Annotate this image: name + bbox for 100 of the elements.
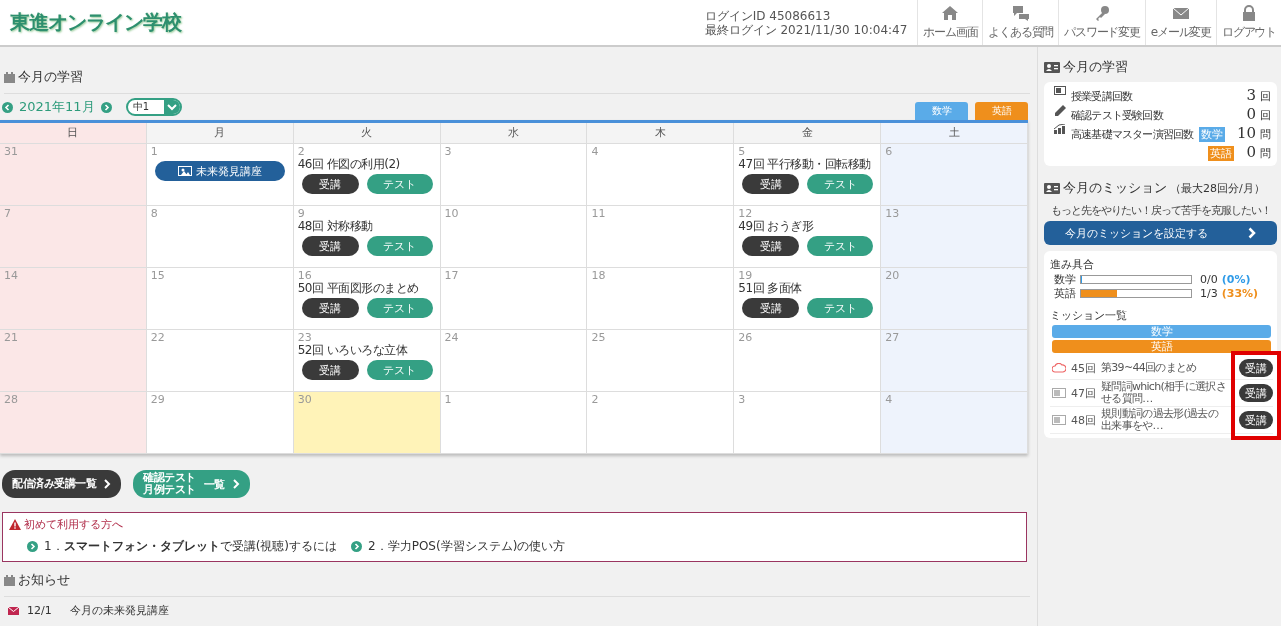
notice-title: 初めて利用する方へ (24, 517, 123, 532)
nav-link[interactable]: パスワード変更 (1058, 0, 1145, 45)
weekday-header: 土 (881, 123, 1028, 144)
chevron-right-icon (232, 479, 240, 489)
nav-link[interactable]: よくある質問 (982, 0, 1059, 45)
chevron-right-icon (1248, 227, 1256, 239)
weekday-header: 月 (146, 123, 294, 144)
calendar-day-cell: 26 (734, 330, 882, 392)
mission-number: 48回 (1071, 412, 1096, 428)
help-link[interactable]: 2．学力POS(学習システム)の使い方 (368, 538, 566, 555)
watch-button[interactable]: 受講 (742, 236, 800, 256)
nav-link[interactable]: ログアウト (1216, 0, 1281, 45)
calendar-day-cell: 16 50回 平面図形のまとめ 受講 テスト (293, 268, 441, 330)
calendar-day-cell: 15 (146, 268, 294, 330)
id-card-icon (1044, 183, 1060, 194)
stat-label: 授業受講回数 (1071, 89, 1134, 104)
calendar-day-cell: 3 (734, 392, 882, 454)
calendar-day-cell: 7 (0, 206, 147, 268)
nav-link[interactable]: ホーム画面 (917, 0, 983, 45)
nav-link[interactable]: eメール変更 (1144, 0, 1216, 45)
watch-button[interactable]: 受講 (1239, 411, 1273, 429)
list-link-button[interactable]: 配信済み受講一覧 (2, 470, 121, 498)
calendar-day-cell: 1 未来発見講座 (146, 144, 294, 206)
watch-button[interactable]: 受講 (301, 298, 359, 318)
stat-unit: 回 (1260, 108, 1271, 123)
stat-unit: 問 (1260, 127, 1271, 142)
calendar-day-cell: 2 46回 作図の利用(2) 受講 テスト (293, 144, 441, 206)
watch-button[interactable]: 受講 (742, 298, 800, 318)
calendar-icon (4, 574, 15, 586)
calendar-day-cell: 18 (587, 268, 735, 330)
progress-reading: 0/0 (1200, 272, 1218, 286)
mission-title: 疑問詞which(相手に選択させる質問… (1101, 381, 1226, 405)
section-title: お知らせ (18, 571, 70, 589)
lesson-title: 48回 対称移動 (297, 220, 374, 233)
stat-label: 確認テスト受験回数 (1071, 108, 1165, 123)
calendar-day-cell: 21 (0, 330, 147, 392)
lesson-title: 46回 作図の利用(2) (297, 158, 401, 171)
calendar-day-cell: 4 (881, 392, 1028, 454)
calendar-day-cell: 28 (0, 392, 147, 454)
cloud-icon (1052, 363, 1066, 373)
stat-value: 3 (1246, 86, 1256, 104)
news-link[interactable]: 今月の未来発見講座 (69, 603, 169, 618)
calendar-day-cell: 10 (440, 206, 588, 268)
watch-button[interactable]: 受講 (301, 236, 359, 256)
chart-icon (1054, 124, 1066, 134)
calendar-day-cell: 30 (293, 392, 441, 454)
weekday-header: 木 (587, 123, 735, 144)
stat-value: 0 (1246, 143, 1256, 161)
lesson-title: 51回 多面体 (738, 282, 803, 295)
envelope-icon (8, 606, 19, 615)
weekday-header: 水 (440, 123, 588, 144)
watch-button[interactable]: 受講 (1239, 359, 1273, 377)
panel-title: 今月の学習 (1063, 59, 1128, 76)
site-logo[interactable]: 東進オンライン学校 (10, 9, 705, 36)
calendar-day-cell: 2 (587, 392, 735, 454)
weekday-header: 金 (734, 123, 882, 144)
calendar-day-cell: 17 (440, 268, 588, 330)
lesson-title: 47回 平行移動・回転移動 (738, 158, 872, 171)
mission-title: 第39~44回のまとめ (1101, 362, 1198, 374)
stat-unit: 問 (1260, 146, 1271, 161)
calendar-day-cell: 23 52回 いろいろな立体 受講 テスト (293, 330, 441, 392)
subject-tag: 数学 (1198, 127, 1225, 142)
home-icon (941, 4, 960, 21)
mission-lead: もっと先をやりたい！戻って苦手を克服したい！ (1049, 203, 1272, 218)
progress-title: 進み具合 (1050, 257, 1095, 272)
monitor-icon (1054, 86, 1066, 95)
grade-select[interactable]: 中1 (125, 98, 182, 116)
calendar-day-cell: 29 (146, 392, 294, 454)
special-lecture-button[interactable]: 未来発見講座 (154, 161, 285, 181)
calendar-day-cell: 22 (146, 330, 294, 392)
watch-button[interactable]: 受講 (742, 174, 800, 194)
watch-button[interactable]: 受講 (301, 360, 359, 380)
lock-icon (1240, 4, 1258, 21)
lesson-title: 49回 おうぎ形 (738, 220, 815, 233)
film-icon (177, 166, 192, 176)
help-link[interactable]: 1．スマートフォン・タブレットで受講(視聴)するには (44, 538, 337, 555)
watch-button[interactable]: 受講 (1239, 384, 1273, 402)
calendar-day-cell: 27 (881, 330, 1028, 392)
calendar-icon (4, 71, 15, 83)
calendar-day-cell: 20 (881, 268, 1028, 330)
calendar-day-cell: 8 (146, 206, 294, 268)
panel-title: 今月のミッション (1063, 180, 1167, 197)
pencil-icon (1054, 105, 1066, 116)
calendar-day-cell: 31 (0, 144, 147, 206)
set-mission-button[interactable]: 今月のミッションを設定する (1044, 221, 1277, 245)
mission-limit: （最大28回分/月） (1170, 181, 1265, 196)
calendar-day-cell: 5 47回 平行移動・回転移動 受講 テスト (734, 144, 882, 206)
chevron-down-icon (166, 103, 177, 111)
next-month-icon[interactable] (100, 101, 112, 113)
watch-button[interactable]: 受講 (301, 174, 359, 194)
progress-percent: (0%) (1221, 272, 1251, 286)
calendar-day-cell: 24 (440, 330, 588, 392)
previous-month-icon[interactable] (2, 101, 13, 113)
last-login: 最終ログイン 2021/11/30 10:04:47 (704, 22, 908, 37)
stat-value: 10 (1236, 124, 1256, 142)
stat-unit: 回 (1260, 89, 1271, 104)
progress-percent: (33%) (1221, 286, 1259, 300)
section-title: 今月の学習 (18, 68, 83, 86)
monitor-icon (1052, 388, 1066, 398)
month-label: 2021年11月 (19, 98, 95, 116)
